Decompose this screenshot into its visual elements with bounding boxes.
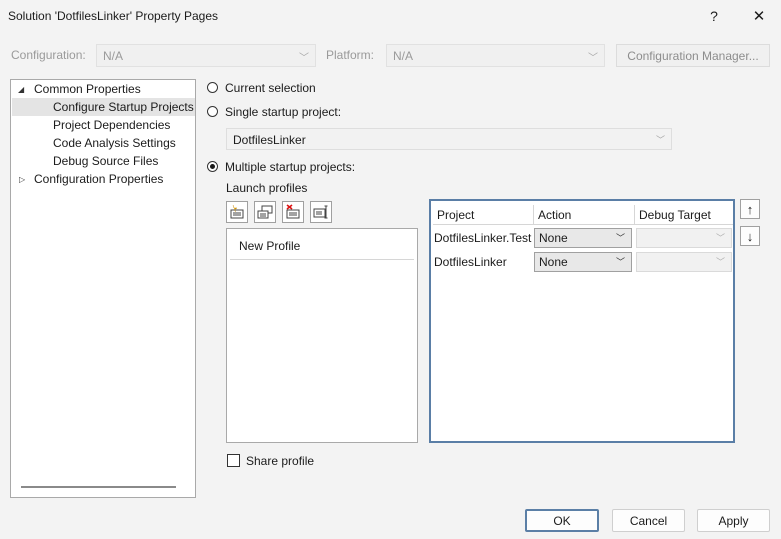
- chevron-down-icon: ﹀: [655, 135, 665, 145]
- delete-profile-button[interactable]: [282, 201, 304, 223]
- single-startup-dropdown[interactable]: DotfilesLinker ﹀: [226, 128, 672, 150]
- profile-item-new-profile[interactable]: New Profile: [230, 232, 414, 260]
- tree-item-debug-source-files[interactable]: Debug Source Files: [53, 152, 158, 170]
- debug-target-dropdown[interactable]: ﹀: [636, 252, 732, 272]
- tree-item-common-properties[interactable]: Common Properties: [34, 80, 141, 98]
- single-startup-label: Single startup project:: [225, 105, 342, 119]
- platform-dropdown[interactable]: N/A ﹀: [386, 44, 605, 67]
- column-header-action[interactable]: Action: [534, 205, 635, 225]
- action-dropdown[interactable]: None ﹀: [534, 228, 632, 248]
- rename-profile-icon: [313, 205, 328, 219]
- ok-button[interactable]: OK: [525, 509, 599, 532]
- action-value: None: [539, 255, 568, 269]
- single-startup-value: DotfilesLinker: [233, 133, 306, 147]
- action-value: None: [539, 231, 568, 245]
- configuration-manager-button[interactable]: Configuration Manager...: [616, 44, 770, 67]
- cancel-button[interactable]: Cancel: [612, 509, 685, 532]
- tree-item-code-analysis-settings[interactable]: Code Analysis Settings: [53, 134, 176, 152]
- startup-projects-grid[interactable]: Project Action Debug Target DotfilesLink…: [429, 199, 735, 443]
- action-dropdown[interactable]: None ﹀: [534, 252, 632, 272]
- configuration-value: N/A: [103, 49, 124, 63]
- close-button[interactable]: ✕: [737, 0, 781, 32]
- new-profile-button[interactable]: [226, 201, 248, 223]
- launch-profiles-label: Launch profiles: [226, 181, 308, 195]
- collapsed-arrow-icon[interactable]: ▷: [19, 175, 25, 184]
- rename-profile-button[interactable]: [310, 201, 332, 223]
- multiple-startup-label: Multiple startup projects:: [225, 160, 356, 174]
- multiple-startup-radio[interactable]: [207, 161, 218, 172]
- launch-profiles-list[interactable]: New Profile: [226, 228, 418, 443]
- tree-horizontal-scrollbar[interactable]: [21, 486, 176, 488]
- new-profile-icon: [230, 204, 244, 219]
- move-down-button[interactable]: ↓: [740, 226, 760, 246]
- chevron-down-icon: ﹀: [615, 233, 625, 243]
- help-button[interactable]: ?: [692, 0, 736, 32]
- apply-button[interactable]: Apply: [697, 509, 770, 532]
- column-header-debug-target[interactable]: Debug Target: [635, 205, 733, 225]
- chevron-down-icon: ﹀: [588, 53, 598, 64]
- tree-item-project-dependencies[interactable]: Project Dependencies: [53, 116, 170, 134]
- chevron-down-icon: ﹀: [615, 257, 625, 267]
- current-selection-label: Current selection: [225, 81, 316, 95]
- configuration-label: Configuration:: [11, 48, 86, 62]
- platform-value: N/A: [393, 49, 414, 63]
- property-tree[interactable]: ◢ Common Properties Configure Startup Pr…: [10, 79, 196, 498]
- arrow-up-icon: ↑: [746, 201, 754, 217]
- chevron-down-icon: ﹀: [715, 257, 725, 267]
- expanded-arrow-icon[interactable]: ◢: [18, 85, 24, 94]
- share-profile-checkbox[interactable]: [227, 454, 240, 467]
- configuration-dropdown[interactable]: N/A ﹀: [96, 44, 316, 67]
- duplicate-profile-button[interactable]: [254, 201, 276, 223]
- duplicate-profile-icon: [257, 205, 273, 219]
- chevron-down-icon: ﹀: [715, 233, 725, 243]
- single-startup-radio[interactable]: [207, 106, 218, 117]
- grid-cell-project[interactable]: DotfilesLinker.Test: [434, 227, 531, 249]
- column-header-project[interactable]: Project: [433, 205, 534, 225]
- window-title: Solution 'DotfilesLinker' Property Pages: [8, 9, 219, 23]
- tree-item-configure-startup-projects[interactable]: Configure Startup Projects: [12, 98, 195, 116]
- delete-profile-icon: [286, 204, 300, 219]
- arrow-down-icon: ↓: [746, 228, 754, 244]
- grid-cell-project[interactable]: DotfilesLinker: [434, 251, 507, 273]
- share-profile-label: Share profile: [246, 454, 315, 468]
- chevron-down-icon: ﹀: [299, 53, 309, 64]
- debug-target-dropdown[interactable]: ﹀: [636, 228, 732, 248]
- tree-item-configuration-properties[interactable]: Configuration Properties: [34, 170, 163, 188]
- move-up-button[interactable]: ↑: [740, 199, 760, 219]
- current-selection-radio[interactable]: [207, 82, 218, 93]
- platform-label: Platform:: [326, 48, 375, 62]
